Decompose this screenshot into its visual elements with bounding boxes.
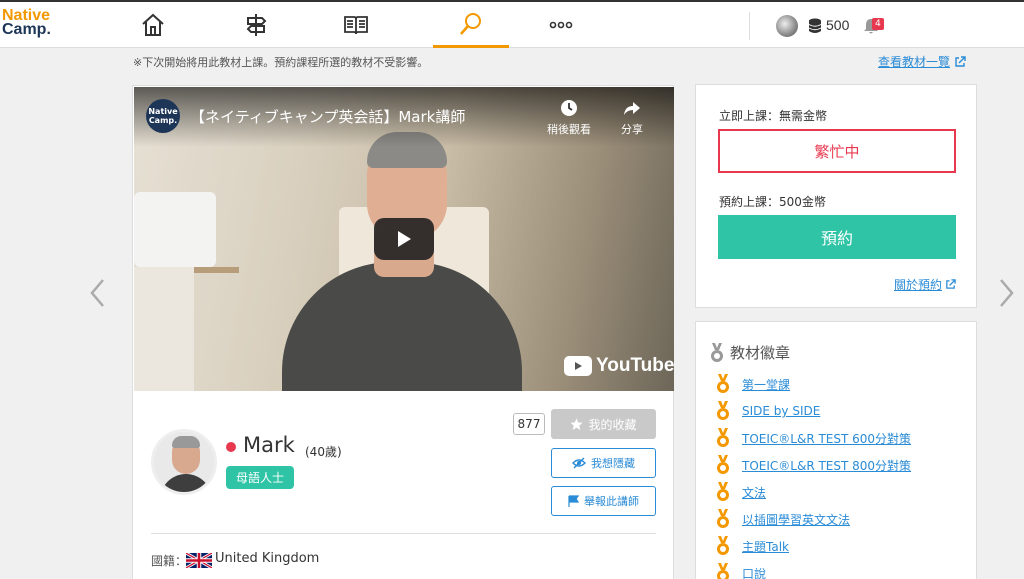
medal-icon: [717, 482, 729, 501]
badges-title: 教材徽章: [710, 342, 790, 363]
medal-icon: [717, 536, 729, 555]
profile-divider: [151, 533, 656, 534]
external-link-icon: [955, 55, 966, 67]
nav-signpost[interactable]: [218, 2, 294, 48]
teacher-profile-card: Native Camp. 【ネイティブキャンプ英会話】Mark講師 稍後觀看 分…: [132, 85, 674, 579]
teacher-intro-video[interactable]: Native Camp. 【ネイティブキャンプ英会話】Mark講師 稍後觀看 分…: [134, 87, 674, 391]
busy-status-button[interactable]: 繁忙中: [718, 129, 956, 173]
coin-balance: 500: [826, 17, 850, 33]
native-speaker-badge: 母語人士: [226, 466, 295, 489]
nationality-value: United Kingdom: [215, 551, 320, 566]
eye-slash-icon: [572, 457, 586, 469]
view-catalog-link[interactable]: 查看教材一覽: [878, 53, 966, 70]
uk-flag-icon: [186, 553, 212, 568]
badge-item[interactable]: TOEIC®L&R TEST 600分對策: [716, 428, 911, 448]
instant-lesson-label: 立即上課：無需金幣: [719, 109, 828, 123]
badge-item[interactable]: 第一堂課: [716, 374, 790, 394]
favorite-button[interactable]: 我的收藏: [551, 409, 656, 439]
booking-card: 立即上課：無需金幣 繁忙中 預約上課：500金幣 預約 關於預約: [695, 84, 977, 308]
home-icon: [142, 13, 164, 36]
external-link-icon: [946, 279, 956, 289]
clock-icon: [561, 100, 577, 116]
nav-textbook[interactable]: [318, 2, 394, 48]
video-scene-box: [134, 192, 216, 267]
previous-arrow-icon[interactable]: [88, 278, 108, 308]
medal-icon: [717, 563, 729, 579]
coin-stack-icon: [808, 18, 822, 33]
channel-logo[interactable]: Native Camp.: [146, 99, 180, 133]
nav-search[interactable]: [433, 2, 509, 48]
next-arrow-icon[interactable]: [996, 278, 1016, 308]
native-camp-logo[interactable]: Native Camp.: [2, 8, 51, 38]
avatar-body: [160, 474, 212, 492]
book-icon: [344, 16, 368, 35]
about-reservation-link[interactable]: 關於預約: [894, 276, 956, 293]
reservation-price-label: 預約上課：500金幣: [719, 195, 826, 209]
medal-icon: [717, 374, 729, 393]
report-teacher-button[interactable]: 舉報此講師: [551, 486, 656, 516]
textbook-notice: ※下次開始將用此教材上課。預約課程所選的教材不受影響。: [133, 56, 429, 69]
badge-item[interactable]: 主題Talk: [716, 536, 789, 556]
watch-later-button[interactable]: 稍後觀看: [539, 99, 599, 137]
more-dots-icon: [549, 21, 573, 29]
nav-home[interactable]: [115, 2, 191, 48]
nav-more[interactable]: [523, 2, 599, 48]
avatar-hair: [172, 436, 200, 448]
badge-item[interactable]: 口說: [716, 563, 766, 579]
header-divider: [749, 12, 750, 40]
badge-item[interactable]: TOEIC®L&R TEST 800分對策: [716, 455, 911, 475]
search-icon: [460, 12, 481, 35]
teacher-age: (40歲): [305, 445, 342, 459]
badge-item[interactable]: 以插圖學習英文文法: [716, 509, 850, 529]
favorites-count: 877: [513, 413, 545, 435]
share-button[interactable]: 分享: [602, 99, 662, 137]
medal-icon: [717, 509, 729, 528]
textbook-badges-card: 教材徽章 第一堂課 SIDE by SIDE TOEIC®L&R TEST 60…: [695, 321, 977, 579]
share-arrow-icon: [624, 102, 640, 115]
notification-count-badge: 4: [872, 18, 884, 30]
medal-icon: [717, 428, 729, 447]
medal-icon: [717, 401, 729, 420]
signpost-icon: [246, 14, 267, 36]
reserve-button[interactable]: 預約: [718, 215, 956, 259]
top-navigation-bar: Native Camp. 500 4: [0, 0, 1024, 48]
teacher-avatar[interactable]: [151, 429, 217, 495]
badge-item[interactable]: SIDE by SIDE: [716, 401, 820, 421]
video-title[interactable]: 【ネイティブキャンプ英会話】Mark講師: [190, 106, 465, 127]
star-icon: [570, 418, 583, 430]
hide-teacher-button[interactable]: 我想隱藏: [551, 448, 656, 478]
user-avatar[interactable]: [776, 15, 798, 37]
status-indicator: [226, 442, 236, 452]
badge-item[interactable]: 文法: [716, 482, 766, 502]
nationality-label: 國籍：: [151, 554, 188, 568]
youtube-logo[interactable]: YouTube: [564, 355, 674, 377]
medal-icon: [717, 455, 729, 474]
youtube-play-icon: [564, 356, 592, 376]
play-icon: [398, 231, 411, 247]
medal-icon: [711, 342, 723, 362]
teacher-name: Mark: [243, 433, 295, 457]
video-scene-cabinet: [134, 267, 194, 391]
flag-icon: [568, 495, 579, 507]
play-button[interactable]: [374, 218, 434, 260]
